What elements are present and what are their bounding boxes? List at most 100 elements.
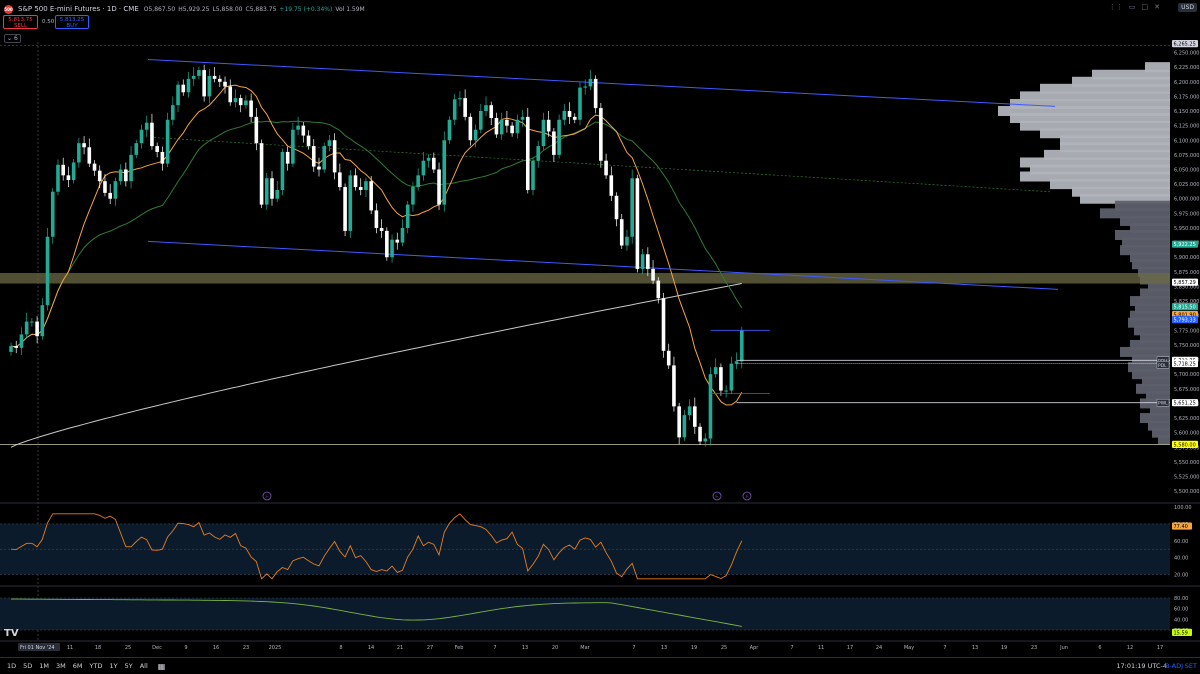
- candle-body: [552, 131, 556, 155]
- candle-body: [416, 175, 420, 188]
- y-axis-tick-label: 6,125.000: [1174, 124, 1199, 130]
- candle-body: [724, 390, 728, 392]
- adx-axis-tick-label: 80.00: [1174, 596, 1188, 602]
- candle-body: [473, 129, 478, 141]
- candle-body: [207, 75, 212, 97]
- settlement-toggle[interactable]: SET: [1185, 662, 1197, 670]
- rsi-axis-tick-label: 20.00: [1174, 573, 1188, 579]
- candle-body: [317, 166, 321, 170]
- candle-body: [311, 146, 316, 167]
- y-axis-tick-label: 6,200.000: [1174, 80, 1199, 86]
- candle-body: [609, 175, 614, 196]
- candle-body: [24, 321, 29, 335]
- timeframe-5d[interactable]: 5D: [23, 662, 32, 670]
- candle-body: [358, 187, 363, 190]
- timeframe-1y[interactable]: 1Y: [109, 662, 117, 670]
- chart-canvas[interactable]: PDHPDLPWL»»⚡5,500.0005,525.0005,550.0005…: [0, 0, 1200, 656]
- candle-body: [150, 122, 154, 147]
- timeframe-3m[interactable]: 3M: [56, 662, 66, 670]
- candle-body: [499, 119, 504, 135]
- resistance-zone: [0, 273, 1170, 284]
- x-axis-tick-label: 17: [847, 645, 853, 651]
- x-axis-tick-label: 13: [661, 645, 667, 651]
- candle-body: [557, 119, 561, 155]
- x-axis-tick-label: 2025: [269, 645, 282, 651]
- candle-body: [510, 125, 514, 134]
- y-axis-tick-label: 6,225.000: [1174, 65, 1199, 71]
- y-axis-tick-label: 6,150.000: [1174, 109, 1199, 115]
- timeframe-5y[interactable]: 5Y: [125, 662, 133, 670]
- candle-body: [458, 98, 462, 100]
- rsi-axis-tick-label: 40.00: [1174, 556, 1188, 562]
- candle-body: [139, 129, 144, 144]
- y-axis-tick-label: 6,000.000: [1174, 197, 1199, 203]
- timeframe-ytd[interactable]: YTD: [90, 662, 103, 670]
- timeframe-6m[interactable]: 6M: [73, 662, 83, 670]
- candle-body: [666, 350, 671, 366]
- candle-body: [171, 105, 175, 120]
- x-axis-tick-label: 23: [243, 645, 249, 651]
- candle-body: [385, 230, 389, 258]
- candle-body: [604, 160, 608, 176]
- x-axis-tick-label: 18: [95, 645, 101, 651]
- y-axis-tick-label: 5,900.000: [1174, 255, 1199, 261]
- candle-body: [108, 192, 112, 199]
- candle-body: [625, 236, 629, 246]
- y-axis-tick-label: 5,875.000: [1174, 270, 1199, 276]
- timeframe-1m[interactable]: 1M: [39, 662, 49, 670]
- candle-body: [160, 151, 165, 164]
- candle-body: [82, 143, 86, 148]
- candle-body: [87, 147, 92, 164]
- candle-body: [677, 406, 681, 438]
- y-axis-tick-label: 5,525.000: [1174, 475, 1199, 481]
- x-axis-tick-label: 25: [125, 645, 131, 651]
- candle-body: [118, 169, 123, 182]
- candle-body: [249, 100, 253, 117]
- candle-body: [280, 151, 285, 190]
- candle-body: [651, 268, 655, 281]
- candle-body: [646, 254, 650, 269]
- timeframe-all[interactable]: All: [140, 662, 148, 670]
- candle-body: [635, 178, 640, 269]
- y-axis-tick-label: 6,100.000: [1174, 138, 1199, 144]
- candle-body: [374, 210, 379, 228]
- tradingview-logo-icon: 𝗧𝗩: [4, 628, 19, 639]
- candle-body: [572, 116, 577, 120]
- candle-body: [520, 116, 525, 120]
- candle-body: [97, 170, 102, 182]
- candle-body: [186, 78, 191, 93]
- rsi-value-label: 77.40: [1174, 524, 1188, 530]
- candle-body: [343, 187, 347, 231]
- candle-body: [228, 86, 233, 103]
- timeframe-1d[interactable]: 1D: [7, 662, 16, 670]
- candle-body: [390, 239, 394, 258]
- candle-body: [562, 111, 567, 120]
- rsi-axis-tick-label: 100.00: [1174, 505, 1192, 511]
- candle-body: [661, 298, 666, 351]
- x-axis-tick-label: 24: [876, 645, 882, 651]
- candle-body: [693, 406, 697, 427]
- candle-body: [682, 415, 687, 438]
- candle-body: [531, 160, 535, 190]
- candle-body: [275, 189, 280, 199]
- volume-profile-bar: [1158, 434, 1170, 445]
- x-axis-tick-label: 16: [213, 645, 219, 651]
- candle-body: [369, 181, 373, 211]
- date-range-icon[interactable]: ▦: [158, 662, 166, 671]
- x-axis-tick-label: 7: [943, 645, 946, 651]
- x-axis-tick-label: 19: [691, 645, 697, 651]
- candle-body: [708, 374, 713, 439]
- candle-body: [593, 78, 598, 109]
- candle-body: [719, 367, 723, 391]
- candle-body: [405, 204, 410, 228]
- price-axis-label: 5,580.00: [1174, 442, 1196, 448]
- candle-body: [442, 140, 447, 205]
- x-axis-tick-label: Jun: [1059, 645, 1068, 651]
- y-axis-tick-label: 5,625.000: [1174, 416, 1199, 422]
- candle-body: [134, 143, 139, 155]
- candle-body: [421, 160, 426, 176]
- candle-body: [202, 70, 206, 97]
- x-axis-tick-label: 7: [493, 645, 496, 651]
- back-adjust-toggle[interactable]: B-ADJ: [1165, 662, 1183, 670]
- candle-body: [197, 70, 201, 76]
